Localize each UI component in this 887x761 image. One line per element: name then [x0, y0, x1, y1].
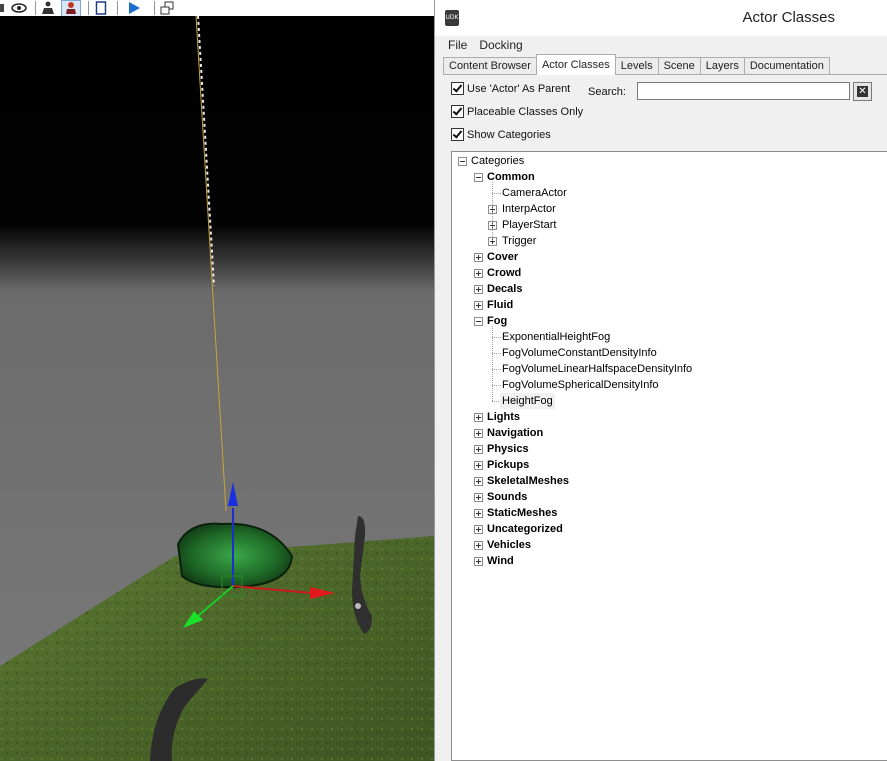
tree-connector	[492, 369, 501, 370]
expand-icon[interactable]	[474, 509, 483, 518]
tree-class-item[interactable]: FogVolumeSphericalDensityInfo	[502, 377, 659, 393]
title-bar[interactable]: UDK Actor Classes	[435, 0, 887, 36]
tab-documentation[interactable]: Documentation	[743, 57, 830, 75]
play-icon[interactable]	[121, 1, 147, 16]
expand-icon[interactable]	[474, 285, 483, 294]
toolbar-separator	[117, 1, 118, 15]
expand-icon[interactable]	[474, 445, 483, 454]
tree-category[interactable]: Lights	[487, 409, 520, 425]
show-categories-option[interactable]: Show Categories	[451, 128, 551, 141]
tab-layers[interactable]: Layers	[699, 57, 745, 75]
tree-category[interactable]: Pickups	[487, 457, 529, 473]
menu-file[interactable]: File	[442, 38, 473, 52]
tree-category[interactable]: Wind	[487, 553, 514, 569]
unlit-icon[interactable]	[0, 1, 6, 16]
tree-root-categories[interactable]: Categories	[471, 153, 524, 169]
tree-category[interactable]: Physics	[487, 441, 529, 457]
collapse-categories-icon[interactable]	[458, 157, 467, 166]
tree-class-item[interactable]: CameraActor	[502, 185, 567, 201]
tree-connector	[492, 326, 493, 401]
tree-connector	[492, 182, 493, 241]
use-actor-parent-option[interactable]: Use 'Actor' As Parent	[451, 82, 570, 95]
tab-content-browser[interactable]: Content Browser	[443, 57, 537, 75]
placeable-only-checkbox[interactable]	[451, 105, 464, 118]
expand-icon[interactable]	[474, 429, 483, 438]
search-label: Search:	[588, 86, 626, 98]
udk-logo-icon: UDK	[445, 10, 459, 26]
class-tree[interactable]: Categories Common CameraActor InterpActor Pl…	[451, 151, 887, 761]
tree-class-item[interactable]: HeightFog	[500, 393, 555, 409]
expand-icon[interactable]	[474, 301, 483, 310]
tree-class-item[interactable]: InterpActor	[502, 201, 556, 217]
placeable-only-option[interactable]: Placeable Classes Only	[451, 105, 583, 118]
tree-class-item[interactable]: Trigger	[502, 233, 536, 249]
tree-connector	[492, 353, 501, 354]
tree-class-item[interactable]: PlayerStart	[502, 217, 556, 233]
clear-search-button[interactable]: ✕	[853, 82, 872, 101]
window-title: Actor Classes	[742, 9, 835, 26]
tree-category[interactable]: Sounds	[487, 489, 527, 505]
expand-icon[interactable]	[474, 461, 483, 470]
tree-category[interactable]: Cover	[487, 249, 518, 265]
scene-render[interactable]	[0, 16, 434, 761]
float-window-icon[interactable]	[158, 1, 176, 16]
tree-category[interactable]: Common	[487, 169, 535, 185]
tree-connector	[492, 193, 501, 194]
actor-icon[interactable]	[39, 1, 57, 16]
tree-category[interactable]: SkeletalMeshes	[487, 473, 569, 489]
level-viewport[interactable]	[0, 0, 434, 761]
toolbar-separator	[154, 1, 155, 15]
show-categories-label: Show Categories	[467, 128, 551, 141]
actor-classes-content: Use 'Actor' As Parent Search: ✕ Placeabl…	[443, 75, 887, 761]
expand-icon[interactable]	[474, 253, 483, 262]
show-categories-checkbox[interactable]	[451, 128, 464, 141]
tree-category[interactable]: Fog	[487, 313, 507, 329]
expand-icon[interactable]	[474, 269, 483, 278]
close-icon: ✕	[857, 86, 868, 97]
viewport-toolbar	[0, 0, 434, 17]
collapse-icon[interactable]	[474, 173, 483, 182]
tab-scene[interactable]: Scene	[657, 57, 701, 75]
tree-category[interactable]: Crowd	[487, 265, 521, 281]
toolbar-separator	[88, 1, 89, 15]
tab-bar: Content Browser Actor Classes Levels Sce…	[443, 54, 830, 75]
tree-connector	[492, 385, 501, 386]
placeable-only-label: Placeable Classes Only	[467, 105, 584, 118]
use-actor-parent-label: Use 'Actor' As Parent	[467, 82, 571, 95]
tree-class-item[interactable]: FogVolumeConstantDensityInfo	[502, 345, 657, 361]
collapse-icon[interactable]	[474, 317, 483, 326]
tree-class-item[interactable]: ExponentialHeightFog	[502, 329, 610, 345]
tree-class-item[interactable]: FogVolumeLinearHalfspaceDensityInfo	[502, 361, 692, 377]
eye-icon[interactable]	[10, 1, 28, 16]
character-icon[interactable]	[61, 0, 81, 17]
tree-category[interactable]: Uncategorized	[487, 521, 563, 537]
tab-actor-classes[interactable]: Actor Classes	[535, 54, 616, 75]
tab-levels[interactable]: Levels	[614, 57, 659, 75]
tree-connector	[492, 337, 501, 338]
expand-icon[interactable]	[474, 541, 483, 550]
search-input[interactable]	[637, 82, 850, 100]
tree-category[interactable]: StaticMeshes	[487, 505, 557, 521]
expand-icon[interactable]	[474, 557, 483, 566]
tree-category[interactable]: Fluid	[487, 297, 513, 313]
tree-category[interactable]: Vehicles	[487, 537, 531, 553]
tree-category[interactable]: Decals	[487, 281, 522, 297]
expand-icon[interactable]	[474, 413, 483, 422]
tree-category[interactable]: Navigation	[487, 425, 543, 441]
expand-icon[interactable]	[474, 493, 483, 502]
menu-bar: File Docking	[435, 36, 887, 54]
actor-classes-window: UDK Actor Classes File Docking Content B…	[434, 0, 887, 761]
toolbar-separator	[35, 1, 36, 15]
menu-docking[interactable]: Docking	[473, 38, 528, 52]
page-icon[interactable]	[92, 1, 110, 16]
use-actor-parent-checkbox[interactable]	[451, 82, 464, 95]
expand-icon[interactable]	[474, 525, 483, 534]
expand-icon[interactable]	[474, 477, 483, 486]
